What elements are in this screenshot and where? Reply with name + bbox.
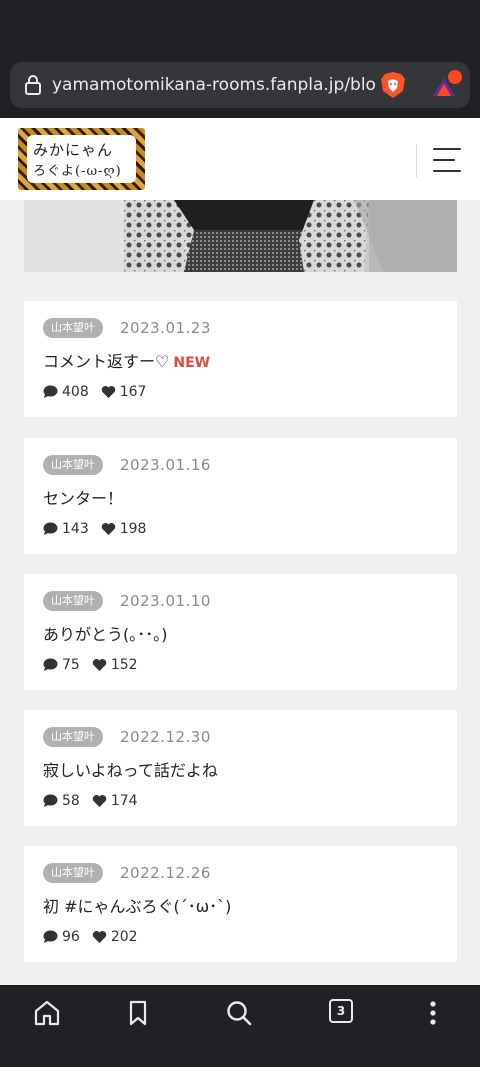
post-title[interactable]: コメント返すー♡ NEW (43, 351, 210, 374)
brave-rewards-icon[interactable] (430, 70, 466, 100)
brave-shield-icon[interactable] (380, 71, 406, 99)
url-text[interactable]: yamamotomikana-rooms.fanpla.jp/blo (52, 75, 376, 95)
author-badge: 山本望叶 (43, 727, 103, 747)
post-date: 2023.01.16 (120, 456, 211, 474)
comment-icon (43, 658, 58, 671)
new-badge: NEW (173, 355, 211, 371)
lock-icon (25, 75, 41, 95)
search-icon[interactable] (223, 997, 255, 1029)
comment-count: 143 (62, 521, 89, 537)
post-stats: 408 167 (43, 384, 158, 400)
comment-icon (43, 930, 58, 943)
like-count: 152 (110, 657, 138, 673)
post-date: 2022.12.26 (120, 864, 211, 882)
heart-icon (92, 795, 107, 807)
post-stats: 143 198 (43, 521, 158, 537)
author-badge: 山本望叶 (43, 863, 103, 883)
heart-icon (101, 523, 115, 535)
post-stats: 96 202 (43, 929, 150, 945)
comment-icon (43, 522, 58, 535)
post-card[interactable]: 山本望叶 2023.01.23 コメント返すー♡ NEW 408 167 (24, 301, 457, 417)
post-stats: 75 152 (43, 657, 150, 673)
site-logo[interactable]: みかにゃん ろぐよ(-ω-ღ) (18, 128, 145, 190)
tab-switcher-button[interactable]: 3 (329, 997, 361, 1029)
hero-photo (24, 200, 457, 272)
status-bar (0, 0, 480, 56)
url-field[interactable]: yamamotomikana-rooms.fanpla.jp/blo (10, 62, 470, 108)
post-title[interactable]: 初 #にゃんぶろぐ(´･ω･`) (43, 896, 231, 918)
logo-line-1: みかにゃん (33, 141, 114, 159)
logo-line-2: ろぐよ(-ω-ღ) (33, 164, 122, 179)
post-card[interactable]: 山本望叶 2022.12.30 寂しいよねって話だよね 58 174 (24, 710, 457, 826)
logo-card: みかにゃん ろぐよ(-ω-ღ) (27, 135, 136, 183)
post-date: 2023.01.10 (120, 592, 211, 610)
post-card[interactable]: 山本望叶 2023.01.16 センター！ 143 198 (24, 438, 457, 554)
header-divider (416, 144, 417, 178)
heart-icon (92, 931, 107, 943)
like-count: 202 (110, 929, 138, 945)
post-stats: 58 174 (43, 793, 150, 809)
tab-count: 3 (329, 999, 353, 1023)
hamburger-menu-icon[interactable] (433, 148, 461, 172)
post-title[interactable]: センター！ (43, 488, 123, 510)
heart-icon (92, 659, 107, 671)
comment-icon (43, 794, 58, 807)
system-navigation-bar (0, 1038, 480, 1067)
comment-count: 408 (62, 384, 89, 400)
comment-count: 75 (62, 657, 80, 673)
author-badge: 山本望叶 (43, 591, 103, 611)
author-badge: 山本望叶 (43, 318, 103, 338)
like-count: 167 (119, 384, 147, 400)
bookmark-icon[interactable] (122, 997, 154, 1029)
post-date: 2022.12.30 (120, 728, 211, 746)
author-badge: 山本望叶 (43, 455, 103, 475)
post-title[interactable]: 寂しいよねって話だよね (43, 760, 218, 782)
like-count: 198 (119, 521, 147, 537)
comment-icon (43, 385, 58, 398)
comment-count: 96 (62, 929, 80, 945)
post-title-text: コメント返すー♡ (43, 352, 170, 371)
like-count: 174 (110, 793, 138, 809)
home-icon[interactable] (31, 997, 63, 1029)
hero-image[interactable] (24, 200, 457, 272)
post-card[interactable]: 山本望叶 2022.12.26 初 #にゃんぶろぐ(´･ω･`) 96 202 (24, 846, 457, 962)
post-card[interactable]: 山本望叶 2023.01.10 ありがとう(｡･･｡) 75 152 (24, 574, 457, 690)
more-options-icon[interactable] (417, 997, 449, 1029)
site-header: みかにゃん ろぐよ(-ω-ღ) (0, 118, 480, 200)
post-title[interactable]: ありがとう(｡･･｡) (43, 624, 168, 646)
comment-count: 58 (62, 793, 80, 809)
heart-icon (101, 386, 115, 398)
browser-address-bar: yamamotomikana-rooms.fanpla.jp/blo (0, 56, 480, 118)
post-date: 2023.01.23 (120, 319, 211, 337)
